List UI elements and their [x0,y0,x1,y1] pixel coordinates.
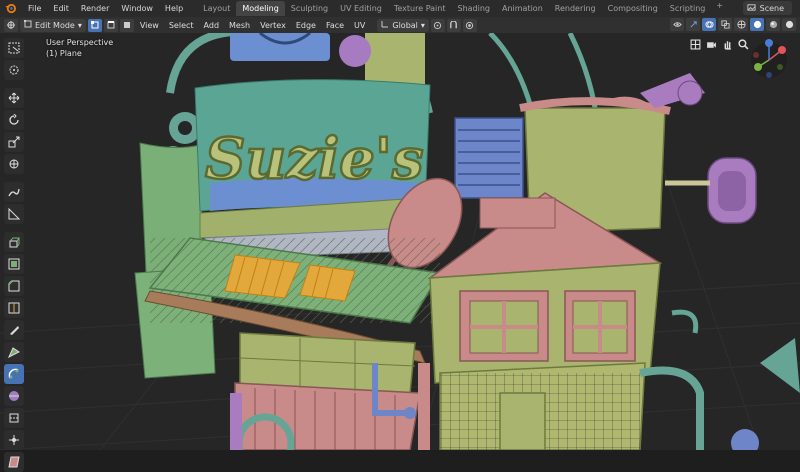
viewport-perspective-label: User Perspective [46,38,114,47]
smooth-tool-icon[interactable] [4,386,24,406]
header-menu-edge[interactable]: Edge [292,19,320,32]
measure-tool-icon[interactable] [4,204,24,224]
move-tool-icon[interactable] [4,88,24,108]
top-bar: File Edit Render Window Help Layout Mode… [0,0,800,17]
header-right-tools [670,18,796,31]
edge-slide-tool-icon[interactable] [4,408,24,428]
face-select-icon[interactable] [119,18,134,32]
annotate-tool-icon[interactable] [4,182,24,202]
chevron-down-icon: ▾ [420,20,425,30]
blender-logo-icon[interactable] [4,3,16,15]
tab-texture-paint[interactable]: Texture Paint [388,1,452,16]
edit-mode-icon [24,19,32,32]
knife-tool-icon[interactable] [4,320,24,340]
tool-shelf [4,38,26,472]
header-menu-uv[interactable]: UV [350,19,369,32]
cursor-tool-icon[interactable] [4,60,24,80]
transform-orientation-dropdown[interactable]: Global ▾ [377,18,429,32]
xray-toggle-icon[interactable] [718,18,732,31]
header-menu-mesh[interactable]: Mesh [225,19,254,32]
poly-build-tool-icon[interactable] [4,342,24,362]
gizmo-toggle-icon[interactable] [686,18,700,31]
vertex-select-icon[interactable] [87,18,102,32]
viewport-object-label: (1) Plane [46,49,82,58]
mode-label: Edit Mode [35,20,75,30]
viewport-nav-buttons [688,37,750,51]
wireframe-shading-icon[interactable] [734,18,748,31]
proportional-edit-icon[interactable] [462,18,477,32]
pivot-point-icon[interactable] [430,18,445,32]
loop-cut-tool-icon[interactable] [4,298,24,318]
menu-file[interactable]: File [22,1,47,16]
visibility-icon[interactable] [670,18,684,31]
mode-selector[interactable]: Edit Mode ▾ [20,18,86,32]
add-workspace-button[interactable]: + [711,1,728,16]
extrude-tool-icon[interactable] [4,232,24,252]
transform-tool-icon[interactable] [4,154,24,174]
spin-tool-icon[interactable] [4,364,24,384]
shear-tool-icon[interactable] [4,452,24,472]
tab-animation[interactable]: Animation [496,1,549,16]
menu-edit[interactable]: Edit [47,1,75,16]
tab-scripting[interactable]: Scripting [664,1,712,16]
scene-selector[interactable]: Scene [742,1,792,15]
header-menu-view[interactable]: View [136,19,163,32]
menu-window[interactable]: Window [115,1,159,16]
tab-uv-editing[interactable]: UV Editing [334,1,388,16]
header-menu-face[interactable]: Face [322,19,348,32]
zoom-icon[interactable] [736,37,750,51]
tower-windows [459,290,636,362]
tab-modeling[interactable]: Modeling [236,1,285,16]
rotate-tool-icon[interactable] [4,110,24,130]
navigation-gizmo[interactable] [744,35,794,81]
camera-icon[interactable] [704,37,718,51]
scene-render: Suzie's [0,33,800,450]
workspace-tabs: Layout Modeling Sculpting UV Editing Tex… [197,1,728,16]
select-box-tool-icon[interactable] [4,38,24,58]
solid-shading-icon[interactable] [750,18,764,31]
scene-icon [747,3,756,14]
orientation-icon [381,19,389,32]
material-shading-icon[interactable] [766,18,780,31]
scene-label: Scene [759,3,784,13]
tab-rendering[interactable]: Rendering [549,1,602,16]
header-menu-add[interactable]: Add [200,19,224,32]
viewport-header: Edit Mode ▾ View Select Add Mesh Vertex … [0,17,800,33]
editor-type-icon[interactable] [4,18,18,32]
menu-help[interactable]: Help [159,1,189,16]
inset-tool-icon[interactable] [4,254,24,274]
scale-tool-icon[interactable] [4,132,24,152]
tab-compositing[interactable]: Compositing [602,1,664,16]
shrink-fatten-tool-icon[interactable] [4,430,24,450]
header-menu-vertex[interactable]: Vertex [256,19,290,32]
rendered-shading-icon[interactable] [782,18,796,31]
edge-select-icon[interactable] [103,18,118,32]
tab-shading[interactable]: Shading [451,1,496,16]
chevron-down-icon: ▾ [77,20,82,30]
overlay-toggle-icon[interactable] [702,18,716,31]
tab-sculpting[interactable]: Sculpting [285,1,334,16]
tab-layout[interactable]: Layout [197,1,236,16]
grid-view-icon[interactable] [688,37,702,51]
header-menu-select[interactable]: Select [165,19,198,32]
menu-render[interactable]: Render [75,1,115,16]
pan-hand-icon[interactable] [720,37,734,51]
3d-viewport[interactable]: Suzie's User Perspective (1) Plane [0,33,800,450]
sign-text: Suzie's [205,126,424,192]
orientation-label: Global [392,20,418,30]
snap-icon[interactable] [446,18,461,32]
bevel-tool-icon[interactable] [4,276,24,296]
